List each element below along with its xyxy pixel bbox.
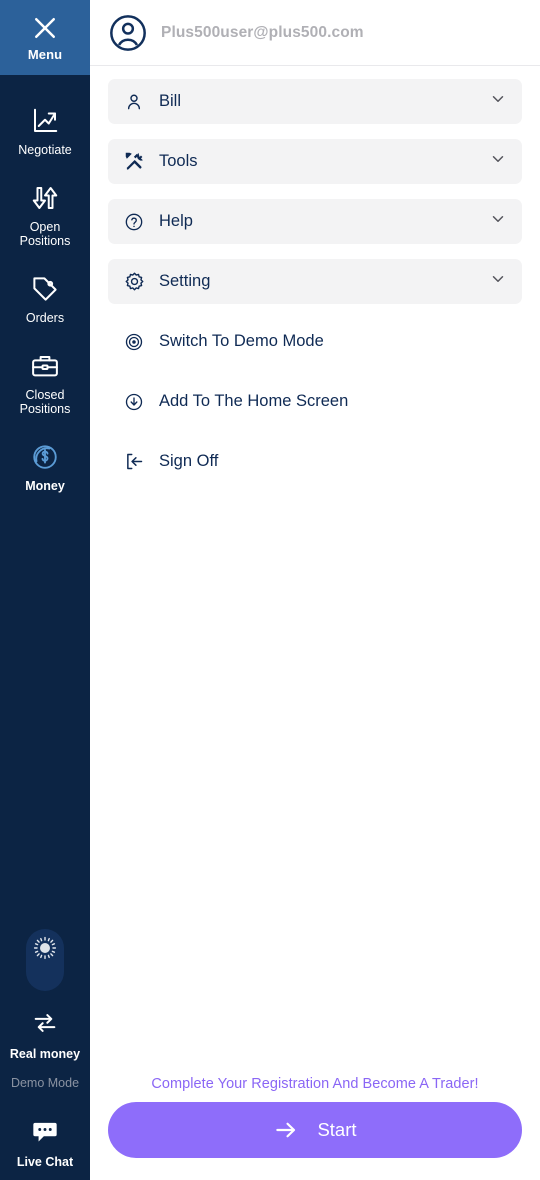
menu-item-label: Add To The Home Screen: [159, 392, 349, 410]
theme-toggle-switch[interactable]: [26, 929, 64, 991]
chat-bubble-icon: [33, 1122, 57, 1142]
tools-icon: [123, 151, 145, 173]
menu-item-bill[interactable]: Bill: [108, 79, 522, 124]
person-icon: [123, 91, 145, 113]
sidebar: Menu Negotiate Open Positions Orders Clo…: [0, 0, 90, 1180]
tag-icon: [33, 277, 57, 301]
user-circle-icon: [110, 14, 146, 51]
start-button-label: Start: [317, 1119, 357, 1140]
real-money-label: Real money: [9, 1047, 81, 1061]
menu-item-add-home-screen[interactable]: Add To The Home Screen: [108, 379, 522, 424]
account-header[interactable]: Plus500user@plus500.com: [90, 0, 540, 66]
account-mode-switcher[interactable]: Real money Demo Mode: [0, 1009, 90, 1091]
sidebar-item-open-positions[interactable]: Open Positions: [0, 170, 90, 261]
menu-item-switch-demo-mode[interactable]: Switch To Demo Mode: [108, 319, 522, 364]
account-email: Plus500user@plus500.com: [161, 23, 364, 41]
chevron-down-icon[interactable]: [489, 90, 507, 113]
chevron-down-icon[interactable]: [489, 270, 507, 293]
app-root: Menu Negotiate Open Positions Orders Clo…: [0, 0, 540, 1180]
chevron-down-icon[interactable]: [489, 150, 507, 173]
sidebar-item-label: Negotiate: [18, 143, 72, 157]
menu-list: Bill Tools Help Setting Switch To Demo M…: [90, 66, 540, 499]
swap-arrows-icon: [34, 1014, 56, 1032]
menu-toggle-button[interactable]: Menu: [0, 0, 90, 75]
menu-item-sign-off[interactable]: Sign Off: [108, 439, 522, 484]
sidebar-item-negotiate[interactable]: Negotiate: [0, 93, 90, 170]
coin-dollar-icon: [33, 445, 57, 469]
sidebar-item-label-2: Positions: [19, 402, 71, 416]
menu-toggle-label: Menu: [27, 47, 63, 62]
target-icon: [123, 331, 145, 353]
main-panel: Plus500user@plus500.com Bill Tools Help …: [90, 0, 540, 1180]
live-chat-button[interactable]: Live Chat: [0, 1117, 90, 1170]
chart-line-icon: [34, 108, 58, 132]
question-circle-icon: [123, 211, 145, 233]
registration-cta: Complete Your Registration And Become A …: [90, 1076, 540, 1158]
open-positions-icon: [32, 187, 58, 209]
menu-item-label: Sign Off: [159, 452, 219, 470]
chevron-down-icon[interactable]: [489, 210, 507, 233]
menu-item-label: Switch To Demo Mode: [159, 332, 324, 350]
sidebar-item-label-2: Positions: [19, 234, 71, 248]
cta-text: Complete Your Registration And Become A …: [151, 1076, 479, 1092]
sidebar-item-label: Orders: [25, 311, 65, 325]
sidebar-item-label: Closed: [25, 388, 65, 402]
close-icon: [35, 18, 55, 38]
sidebar-item-label: Open: [29, 220, 61, 234]
menu-item-help[interactable]: Help: [108, 199, 522, 244]
sign-out-icon: [123, 451, 145, 473]
download-circle-icon: [123, 391, 145, 413]
start-button[interactable]: Start: [108, 1102, 522, 1158]
briefcase-icon: [32, 356, 58, 377]
menu-item-label: Help: [159, 212, 193, 230]
demo-mode-label: Demo Mode: [10, 1076, 80, 1090]
menu-item-tools[interactable]: Tools: [108, 139, 522, 184]
gear-icon: [123, 271, 145, 293]
sidebar-item-closed-positions[interactable]: Closed Positions: [0, 338, 90, 429]
arrow-right-icon: [276, 1122, 296, 1138]
sidebar-item-money[interactable]: Money: [0, 429, 90, 506]
menu-item-label: Tools: [159, 152, 198, 170]
live-chat-label: Live Chat: [16, 1155, 74, 1169]
menu-item-setting[interactable]: Setting: [108, 259, 522, 304]
sun-icon: [33, 936, 57, 960]
sidebar-bottom-section: Real money Demo Mode Live Chat: [0, 929, 90, 1180]
menu-item-label: Setting: [159, 272, 211, 290]
menu-item-label: Bill: [159, 92, 182, 110]
sidebar-item-label: Money: [25, 479, 65, 493]
sidebar-item-orders[interactable]: Orders: [0, 261, 90, 338]
sidebar-nav-list: Negotiate Open Positions Orders Closed P…: [0, 75, 90, 506]
